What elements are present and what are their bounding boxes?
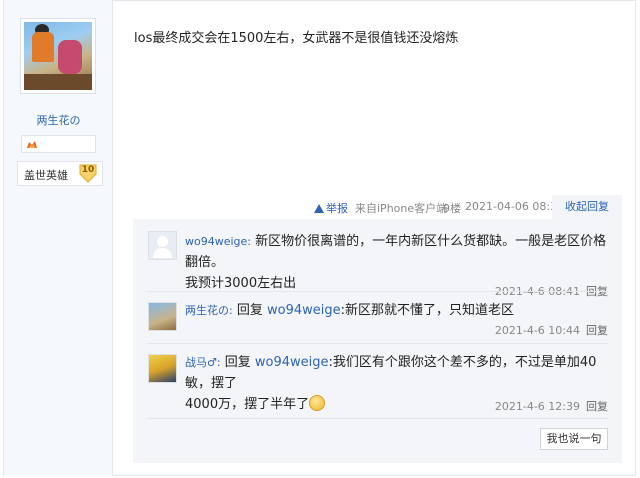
- reply-target-user[interactable]: wo94weige: [267, 303, 341, 318]
- reply-target-user[interactable]: wo94weige: [255, 355, 329, 370]
- title-badge-label: 盖世英雄: [24, 169, 68, 182]
- post-source: 来自iPhone客户端: [355, 202, 448, 215]
- post-floor: 9楼: [443, 202, 461, 215]
- collapse-replies-button[interactable]: 收起回复: [552, 195, 622, 219]
- title-badge[interactable]: 盖世英雄 10: [17, 161, 103, 186]
- reply-divider: [147, 418, 608, 419]
- default-avatar-icon[interactable]: [148, 231, 177, 260]
- reply-time: 2021-4-6 10:44: [494, 324, 580, 337]
- report-link[interactable]: 举报: [314, 200, 348, 216]
- reply-user[interactable]: 战马♂:: [185, 356, 221, 369]
- reply-text-cont: 4000万，摆了半年了: [185, 397, 310, 412]
- user-avatar[interactable]: [148, 302, 177, 331]
- post-time: 2021-04-06 08:31: [465, 200, 565, 213]
- reply-divider: [147, 291, 608, 292]
- reply-panel: wo94weige: 新区物价很离谱的，一年内新区什么货都缺。一般是老区价格翻倍…: [133, 219, 622, 463]
- reply-user[interactable]: wo94weige:: [185, 235, 251, 248]
- reply-text: :新区那就不懂了，只知道老区: [340, 303, 515, 318]
- level-badge-icon: 10: [78, 163, 98, 183]
- author-avatar[interactable]: [20, 18, 96, 94]
- reply-button[interactable]: 回复: [586, 324, 608, 337]
- smiley-icon: [309, 395, 326, 411]
- fire-badge-icon: [27, 141, 37, 148]
- fire-badge[interactable]: [21, 135, 96, 153]
- reply-divider: [147, 343, 608, 344]
- reply-button[interactable]: 回复: [586, 400, 608, 413]
- avatar-image: [24, 22, 92, 90]
- reply-prefix: 回复: [236, 303, 263, 318]
- post-content: los最终成交会在1500左右，女武器不是很值钱还没熔炼: [134, 31, 459, 46]
- reply-text-cont: 我预计3000左右出: [185, 276, 297, 291]
- user-avatar[interactable]: [148, 354, 177, 383]
- report-icon: [314, 204, 324, 213]
- reply-prefix: 回复: [224, 355, 251, 370]
- reply-time: 2021-4-6 12:39: [494, 400, 580, 413]
- reply-user[interactable]: 两生花の:: [185, 304, 233, 317]
- level-number: 10: [81, 165, 95, 175]
- author-name[interactable]: 两生花の: [4, 112, 113, 128]
- say-something-button[interactable]: 我也说一句: [540, 428, 608, 450]
